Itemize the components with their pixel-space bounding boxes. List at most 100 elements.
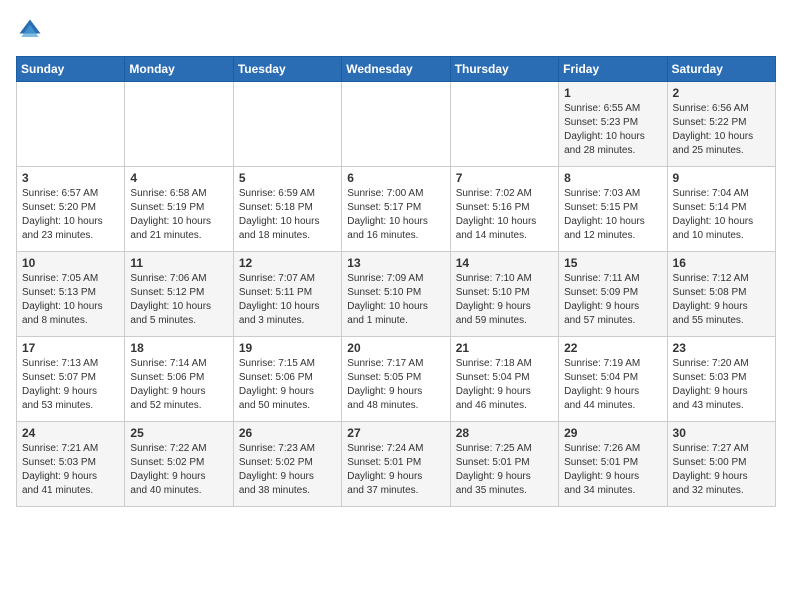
- day-number: 16: [673, 256, 770, 270]
- calendar-cell: 21Sunrise: 7:18 AM Sunset: 5:04 PM Dayli…: [450, 337, 558, 422]
- calendar-table: SundayMondayTuesdayWednesdayThursdayFrid…: [16, 56, 776, 507]
- calendar-cell: 11Sunrise: 7:06 AM Sunset: 5:12 PM Dayli…: [125, 252, 233, 337]
- calendar-cell: 6 Sunrise: 7:00 AM Sunset: 5:17 PM Daylig…: [342, 167, 450, 252]
- day-info: Sunrise: 7:20 AM Sunset: 5:03 PM Dayligh…: [673, 357, 770, 413]
- day-number: 15: [564, 256, 661, 270]
- day-number: 7: [456, 171, 553, 185]
- day-info: Sunrise: 7:10 AM Sunset: 5:10 PM Dayligh…: [456, 272, 553, 328]
- day-info: Sunrise: 7:24 AM Sunset: 5:01 PM Dayligh…: [347, 442, 444, 498]
- day-number: 20: [347, 341, 444, 355]
- calendar-cell: 29 Sunrise: 7:26 AM Sunset: 5:01 PM Dayli…: [559, 422, 667, 507]
- calendar-cell: 20 Sunrise: 7:17 AM Sunset: 5:05 PM Dayli…: [342, 337, 450, 422]
- day-number: 13: [347, 256, 444, 270]
- day-info: Sunrise: 7:25 AM Sunset: 5:01 PM Dayligh…: [456, 442, 553, 498]
- calendar-cell: 18 Sunrise: 7:14 AM Sunset: 5:06 PM Dayli…: [125, 337, 233, 422]
- logo: [16, 16, 48, 44]
- day-info: Sunrise: 7:04 AM Sunset: 5:14 PM Dayligh…: [673, 187, 770, 243]
- calendar-cell: 17Sunrise: 7:13 AM Sunset: 5:07 PM Dayli…: [17, 337, 125, 422]
- day-info: Sunrise: 7:22 AM Sunset: 5:02 PM Dayligh…: [130, 442, 227, 498]
- calendar-cell: 25 Sunrise: 7:22 AM Sunset: 5:02 PM Dayli…: [125, 422, 233, 507]
- calendar-cell: 22 Sunrise: 7:19 AM Sunset: 5:04 PM Dayli…: [559, 337, 667, 422]
- calendar-week-4: 24 Sunrise: 7:21 AM Sunset: 5:03 PM Dayli…: [17, 422, 776, 507]
- calendar-cell: 26 Sunrise: 7:23 AM Sunset: 5:02 PM Dayli…: [233, 422, 341, 507]
- day-number: 24: [22, 426, 119, 440]
- day-number: 26: [239, 426, 336, 440]
- weekday-header-tuesday: Tuesday: [233, 57, 341, 82]
- day-number: 30: [673, 426, 770, 440]
- calendar-cell: 13Sunrise: 7:09 AM Sunset: 5:10 PM Dayli…: [342, 252, 450, 337]
- day-number: 22: [564, 341, 661, 355]
- day-info: Sunrise: 7:12 AM Sunset: 5:08 PM Dayligh…: [673, 272, 770, 328]
- day-info: Sunrise: 7:11 AM Sunset: 5:09 PM Dayligh…: [564, 272, 661, 328]
- calendar-cell: 7 Sunrise: 7:02 AM Sunset: 5:16 PM Daylig…: [450, 167, 558, 252]
- calendar-cell: [125, 82, 233, 167]
- day-info: Sunrise: 7:15 AM Sunset: 5:06 PM Dayligh…: [239, 357, 336, 413]
- calendar-cell: 15 Sunrise: 7:11 AM Sunset: 5:09 PM Dayli…: [559, 252, 667, 337]
- calendar-cell: [17, 82, 125, 167]
- day-number: 29: [564, 426, 661, 440]
- calendar-cell: 14 Sunrise: 7:10 AM Sunset: 5:10 PM Dayli…: [450, 252, 558, 337]
- day-info: Sunrise: 7:03 AM Sunset: 5:15 PM Dayligh…: [564, 187, 661, 243]
- weekday-header-sunday: Sunday: [17, 57, 125, 82]
- day-number: 3: [22, 171, 119, 185]
- day-number: 4: [130, 171, 227, 185]
- calendar-cell: 9Sunrise: 7:04 AM Sunset: 5:14 PM Daylig…: [667, 167, 775, 252]
- day-number: 5: [239, 171, 336, 185]
- day-info: Sunrise: 7:05 AM Sunset: 5:13 PM Dayligh…: [22, 272, 119, 328]
- calendar-cell: [450, 82, 558, 167]
- calendar-cell: 5 Sunrise: 6:59 AM Sunset: 5:18 PM Daylig…: [233, 167, 341, 252]
- day-info: Sunrise: 7:02 AM Sunset: 5:16 PM Dayligh…: [456, 187, 553, 243]
- calendar-week-2: 10 Sunrise: 7:05 AM Sunset: 5:13 PM Dayli…: [17, 252, 776, 337]
- day-info: Sunrise: 7:26 AM Sunset: 5:01 PM Dayligh…: [564, 442, 661, 498]
- calendar-cell: 28Sunrise: 7:25 AM Sunset: 5:01 PM Dayli…: [450, 422, 558, 507]
- day-info: Sunrise: 7:17 AM Sunset: 5:05 PM Dayligh…: [347, 357, 444, 413]
- calendar-cell: 19 Sunrise: 7:15 AM Sunset: 5:06 PM Dayli…: [233, 337, 341, 422]
- day-info: Sunrise: 7:14 AM Sunset: 5:06 PM Dayligh…: [130, 357, 227, 413]
- day-number: 2: [673, 86, 770, 100]
- day-info: Sunrise: 7:00 AM Sunset: 5:17 PM Dayligh…: [347, 187, 444, 243]
- day-number: 8: [564, 171, 661, 185]
- day-info: Sunrise: 7:06 AM Sunset: 5:12 PM Dayligh…: [130, 272, 227, 328]
- weekday-header-thursday: Thursday: [450, 57, 558, 82]
- day-info: Sunrise: 7:23 AM Sunset: 5:02 PM Dayligh…: [239, 442, 336, 498]
- day-info: Sunrise: 6:55 AM Sunset: 5:23 PM Dayligh…: [564, 102, 661, 158]
- header: [16, 16, 776, 44]
- day-number: 12: [239, 256, 336, 270]
- calendar-cell: 27Sunrise: 7:24 AM Sunset: 5:01 PM Dayli…: [342, 422, 450, 507]
- logo-icon: [16, 16, 44, 44]
- day-info: Sunrise: 7:07 AM Sunset: 5:11 PM Dayligh…: [239, 272, 336, 328]
- day-info: Sunrise: 6:56 AM Sunset: 5:22 PM Dayligh…: [673, 102, 770, 158]
- calendar-cell: 2 Sunrise: 6:56 AM Sunset: 5:22 PM Daylig…: [667, 82, 775, 167]
- calendar-cell: 16 Sunrise: 7:12 AM Sunset: 5:08 PM Dayli…: [667, 252, 775, 337]
- day-info: Sunrise: 6:58 AM Sunset: 5:19 PM Dayligh…: [130, 187, 227, 243]
- calendar-cell: 3 Sunrise: 6:57 AM Sunset: 5:20 PM Daylig…: [17, 167, 125, 252]
- day-info: Sunrise: 7:13 AM Sunset: 5:07 PM Dayligh…: [22, 357, 119, 413]
- weekday-header-saturday: Saturday: [667, 57, 775, 82]
- day-number: 23: [673, 341, 770, 355]
- day-info: Sunrise: 7:19 AM Sunset: 5:04 PM Dayligh…: [564, 357, 661, 413]
- calendar-cell: 12 Sunrise: 7:07 AM Sunset: 5:11 PM Dayli…: [233, 252, 341, 337]
- calendar-cell: 30Sunrise: 7:27 AM Sunset: 5:00 PM Dayli…: [667, 422, 775, 507]
- day-number: 18: [130, 341, 227, 355]
- weekday-header-monday: Monday: [125, 57, 233, 82]
- day-number: 6: [347, 171, 444, 185]
- weekday-header-friday: Friday: [559, 57, 667, 82]
- calendar-week-1: 3 Sunrise: 6:57 AM Sunset: 5:20 PM Daylig…: [17, 167, 776, 252]
- day-number: 14: [456, 256, 553, 270]
- day-number: 10: [22, 256, 119, 270]
- calendar-cell: 1 Sunrise: 6:55 AM Sunset: 5:23 PM Daylig…: [559, 82, 667, 167]
- calendar-week-0: 1 Sunrise: 6:55 AM Sunset: 5:23 PM Daylig…: [17, 82, 776, 167]
- day-number: 19: [239, 341, 336, 355]
- calendar-cell: 10 Sunrise: 7:05 AM Sunset: 5:13 PM Dayli…: [17, 252, 125, 337]
- day-number: 1: [564, 86, 661, 100]
- day-number: 25: [130, 426, 227, 440]
- day-info: Sunrise: 6:57 AM Sunset: 5:20 PM Dayligh…: [22, 187, 119, 243]
- calendar-body: 1 Sunrise: 6:55 AM Sunset: 5:23 PM Daylig…: [17, 82, 776, 507]
- calendar-cell: 8 Sunrise: 7:03 AM Sunset: 5:15 PM Daylig…: [559, 167, 667, 252]
- page: SundayMondayTuesdayWednesdayThursdayFrid…: [0, 0, 792, 519]
- day-info: Sunrise: 7:21 AM Sunset: 5:03 PM Dayligh…: [22, 442, 119, 498]
- calendar-cell: [233, 82, 341, 167]
- day-info: Sunrise: 6:59 AM Sunset: 5:18 PM Dayligh…: [239, 187, 336, 243]
- calendar-cell: 24 Sunrise: 7:21 AM Sunset: 5:03 PM Dayli…: [17, 422, 125, 507]
- calendar-cell: 23 Sunrise: 7:20 AM Sunset: 5:03 PM Dayli…: [667, 337, 775, 422]
